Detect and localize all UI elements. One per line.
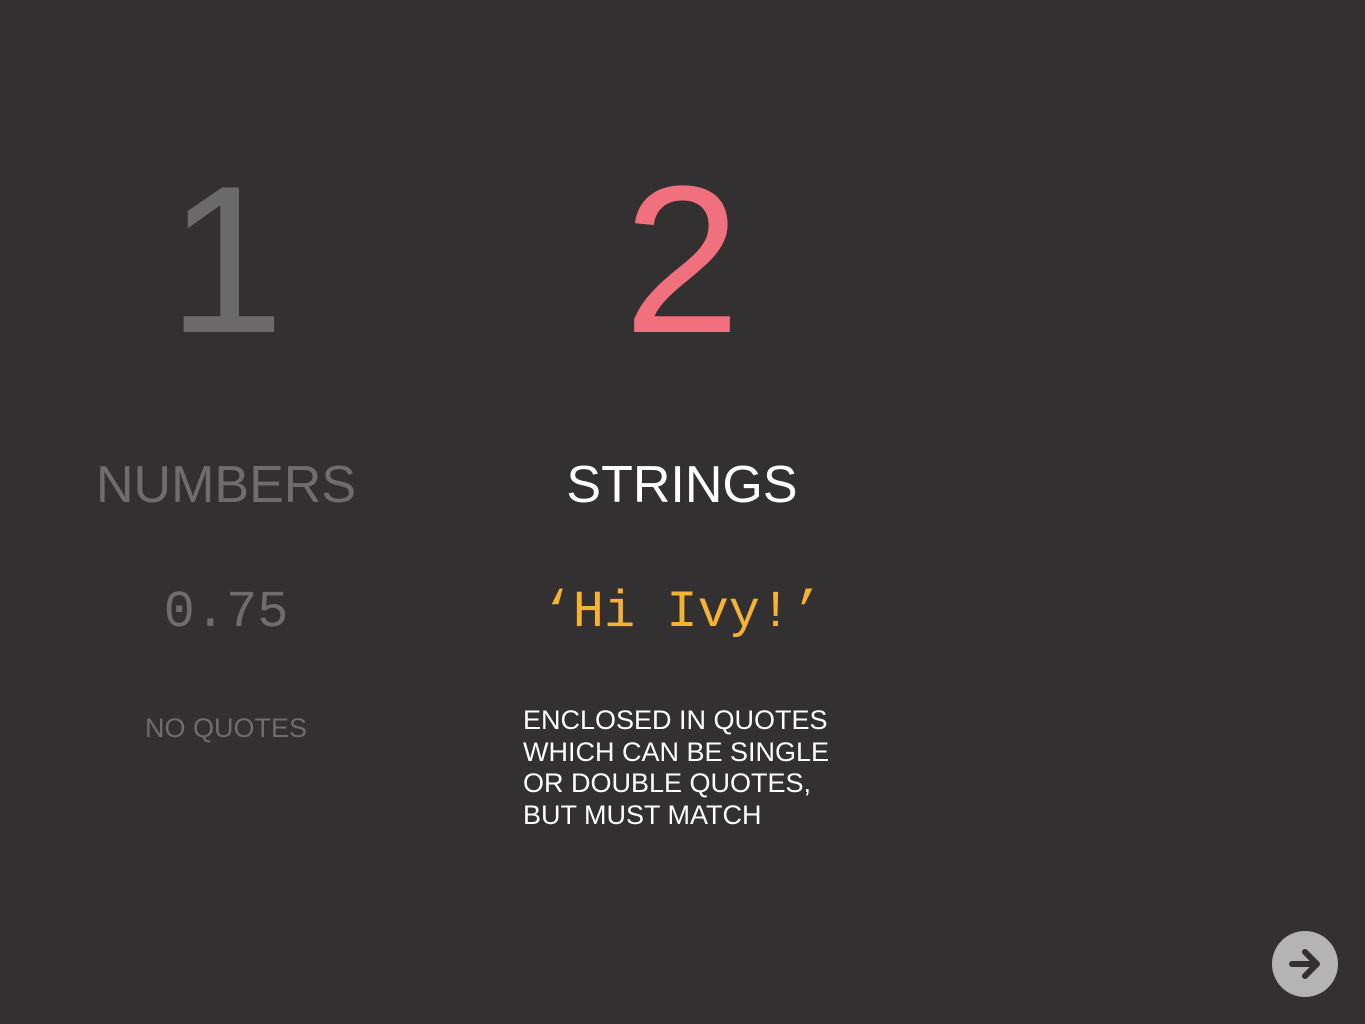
code-example: 0.75 <box>163 583 289 642</box>
column-number: 1 <box>167 142 285 377</box>
column-description: NO QUOTES <box>144 713 307 743</box>
column-heading: STRINGS <box>566 456 798 514</box>
column-number: 2 <box>623 142 741 377</box>
description-line: WHICH CAN BE SINGLE <box>523 736 830 767</box>
next-slide-button[interactable] <box>1272 931 1338 997</box>
column-strings: 2 STRINGS ‘Hi Ivy!’ ENCLOSED IN QUOTES W… <box>452 0 912 900</box>
description-line: OR DOUBLE QUOTES, <box>523 768 812 798</box>
code-example: ‘Hi Ivy!’ <box>541 583 823 642</box>
column-numbers: 1 NUMBERS 0.75 NO QUOTES <box>0 0 456 900</box>
column-heading: NUMBERS <box>95 456 357 514</box>
description-line: ENCLOSED IN QUOTES <box>523 705 828 735</box>
arrow-right-icon <box>1289 949 1320 979</box>
column-description: ENCLOSED IN QUOTES WHICH CAN BE SINGLE O… <box>523 705 863 831</box>
slide: 1 NUMBERS 0.75 NO QUOTES 2 STRINGS ‘Hi I… <box>0 0 1365 1024</box>
description-line: BUT MUST MATCH <box>523 799 762 830</box>
